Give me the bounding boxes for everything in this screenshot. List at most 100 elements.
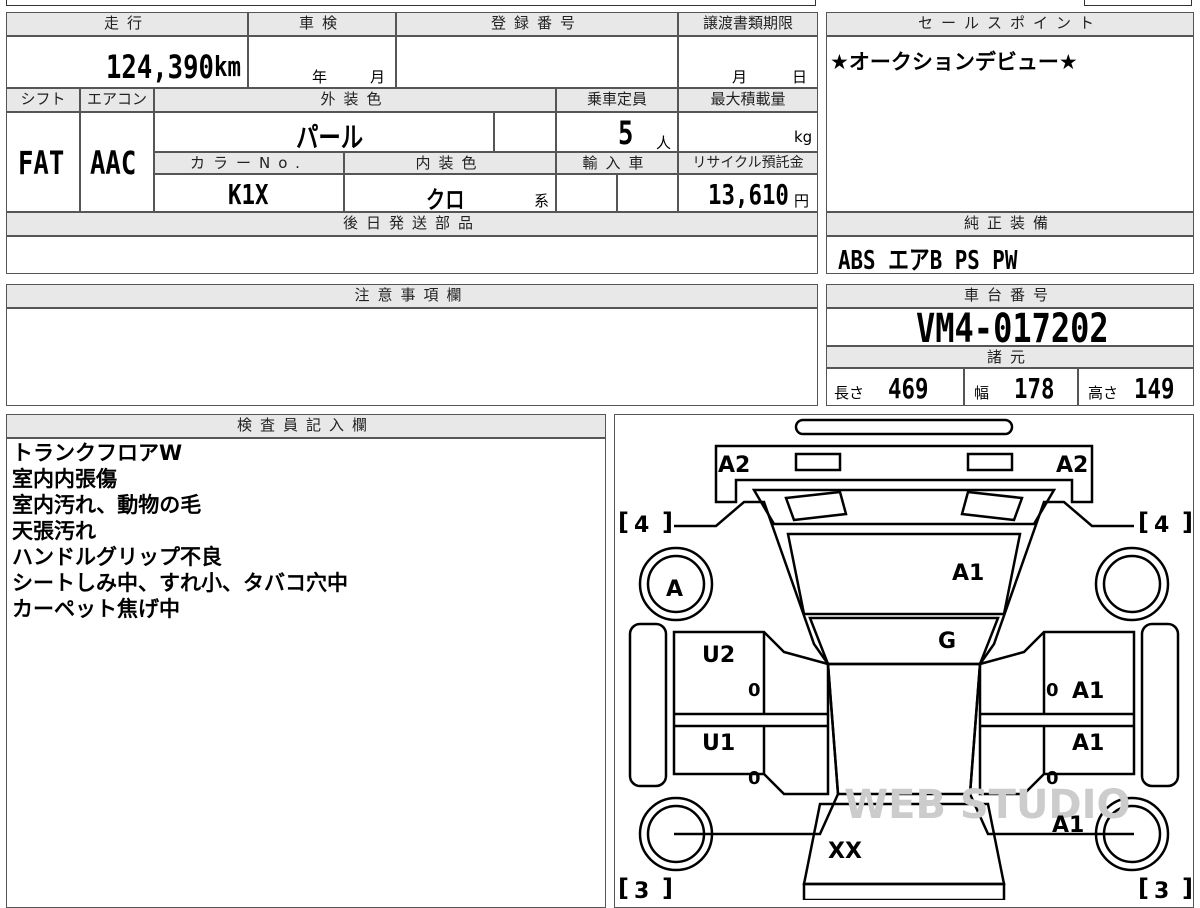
header-inspector: 検査員記入欄 <box>6 414 606 438</box>
header-max-load: 最大積載量 <box>678 88 818 112</box>
left-side-bar <box>628 622 668 788</box>
inspector-line: ハンドルグリップ不良 <box>12 545 222 569</box>
sales-point-text: ★オークションデビュー★ <box>830 50 1078 74</box>
aircon-value: AAC <box>90 144 137 182</box>
max-load-unit: kg <box>794 128 813 146</box>
rear-light-right-shape <box>960 490 1024 522</box>
spec-length-label: 長さ <box>834 384 865 402</box>
label-tire-fl: 3 <box>634 879 649 900</box>
recycle-fee-value: 13,610 <box>708 178 789 211</box>
top-cutoff-strip <box>6 0 816 6</box>
vehicle-info-table: 走行 車検 登録番号 譲渡書類期限 124,390 km 年 月 月 日 シフト… <box>6 12 818 274</box>
header-mileage: 走行 <box>6 12 248 36</box>
label-tire-rr: 4 <box>1154 513 1169 538</box>
header-interior-color: 内装色 <box>344 152 556 174</box>
header-specs: 諸元 <box>826 346 1194 368</box>
shift-value: FAT <box>18 144 65 182</box>
label-hood: XX <box>828 839 862 864</box>
header-shift: シフト <box>6 88 80 112</box>
svg-text:]: ] <box>1182 508 1193 536</box>
header-sales-point: セールスポイント <box>826 12 1194 36</box>
registration-cell <box>396 36 678 88</box>
label-zero: 0 <box>748 680 761 701</box>
exterior-color-extra-cell <box>494 112 556 152</box>
rear-bumper-shape <box>714 444 1094 504</box>
header-later-parts: 後日発送部品 <box>6 212 818 236</box>
wheel-rear-right <box>1094 546 1170 622</box>
import-cell-a <box>556 174 617 212</box>
label-front-door-l: U1 <box>702 731 735 756</box>
roof-front-shape <box>808 616 1000 666</box>
rear-lamp-left <box>794 452 842 472</box>
svg-text:[: [ <box>1138 508 1149 536</box>
spec-width-value: 178 <box>1014 372 1055 405</box>
spec-width-label: 幅 <box>974 384 990 402</box>
deadline-month-unit: 月 <box>732 68 748 86</box>
car-diagram: [ ] [ ] [ ] [ ] WEB STUDIO A2 A2 4 4 3 3… <box>618 418 1193 900</box>
header-notes: 注意事項欄 <box>6 284 818 308</box>
label-zero: 0 <box>1046 768 1059 789</box>
label-rear-left: A2 <box>718 453 750 478</box>
equipment-text: ABS エアB PS PW <box>838 246 1018 276</box>
header-exterior-color: 外装色 <box>154 88 556 112</box>
top-cutoff-strip-right <box>1084 0 1192 6</box>
cabin-shape <box>826 662 982 796</box>
rear-light-left-shape <box>784 490 848 522</box>
label-front-fender-r: A1 <box>1052 813 1084 838</box>
inspector-line: 室内内張傷 <box>12 467 117 491</box>
header-color-no: カラーNo. <box>154 152 344 174</box>
label-zero: 0 <box>1046 680 1059 701</box>
header-transfer-deadline: 譲渡書類期限 <box>678 12 818 36</box>
right-side-bar <box>1140 622 1180 788</box>
inspection-month-unit: 月 <box>370 68 386 86</box>
label-rear-door-r: A1 <box>1072 679 1104 704</box>
header-inspection: 車検 <box>248 12 396 36</box>
header-chassis: 車台番号 <box>826 284 1194 308</box>
label-rear-right: A2 <box>1056 453 1088 478</box>
mileage-value: 124,390 <box>106 48 214 86</box>
svg-text:[: [ <box>618 874 629 900</box>
import-cell-b <box>617 174 678 212</box>
spec-height-value: 149 <box>1134 372 1175 405</box>
header-recycle-fee: リサイクル預託金 <box>678 152 818 174</box>
label-wheel-rl: A <box>666 577 683 602</box>
capacity-unit: 人 <box>656 134 672 152</box>
rear-spoiler-shape <box>794 418 1014 436</box>
inspector-lines: トランクフロアW 室内内張傷 室内汚れ、動物の毛 天張汚れ ハンドルグリップ不良… <box>12 440 602 622</box>
label-rear-glass: A1 <box>952 561 984 586</box>
svg-text:[: [ <box>1138 874 1149 900</box>
inspector-line: 室内汚れ、動物の毛 <box>12 493 202 517</box>
watermark: WEB STUDIO <box>844 782 1131 828</box>
header-registration: 登録番号 <box>396 12 678 36</box>
notes-cell <box>6 308 818 406</box>
header-import: 輸入車 <box>556 152 678 174</box>
rear-glass-shape <box>786 532 1022 616</box>
capacity-value: 5 <box>618 114 634 152</box>
header-equipment: 純正装備 <box>826 212 1194 236</box>
svg-text:]: ] <box>662 874 673 900</box>
label-front-door-r: A1 <box>1072 731 1104 756</box>
svg-text:]: ] <box>1182 874 1193 900</box>
deadline-day-unit: 日 <box>792 68 808 86</box>
exterior-color-value: パール <box>296 121 364 154</box>
rear-lamp-right <box>966 452 1014 472</box>
spec-length-value: 469 <box>888 372 929 405</box>
mileage-unit: km <box>214 50 241 83</box>
interior-color-value: クロ <box>426 186 465 214</box>
label-roof: G <box>938 629 956 654</box>
header-capacity: 乗車定員 <box>556 88 678 112</box>
label-tire-fr: 3 <box>1154 879 1169 900</box>
inspector-line: トランクフロアW <box>12 441 183 465</box>
label-tire-rl: 4 <box>634 513 649 538</box>
inspector-line: シートしみ中、すれ小、タバコ穴中 <box>12 571 348 595</box>
recycle-fee-unit: 円 <box>794 192 810 210</box>
svg-text:[: [ <box>618 508 629 536</box>
later-parts-cell <box>6 236 818 274</box>
inspector-line: 天張汚れ <box>12 519 96 543</box>
spec-height-label: 高さ <box>1088 384 1119 402</box>
svg-text:]: ] <box>662 508 673 536</box>
inspector-line: カーペット焦げ中 <box>12 597 180 621</box>
label-zero: 0 <box>748 768 761 789</box>
inspection-year-unit: 年 <box>312 68 328 86</box>
interior-suffix: 系 <box>534 192 550 210</box>
